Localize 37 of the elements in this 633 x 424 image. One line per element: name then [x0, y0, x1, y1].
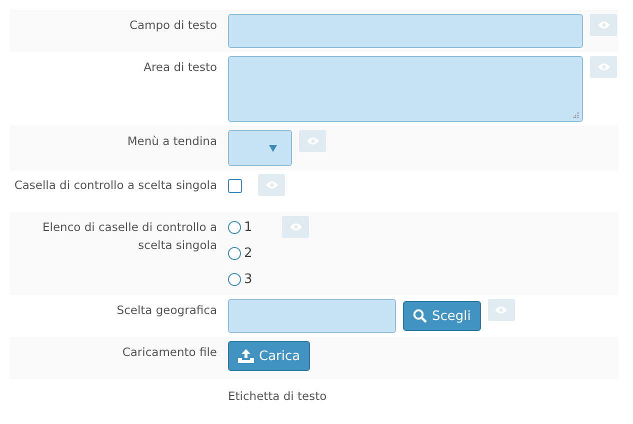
checkbox[interactable] [228, 179, 242, 193]
radio-button[interactable] [228, 247, 241, 260]
choose-button[interactable]: Scegli [403, 301, 481, 331]
radio-button[interactable] [228, 221, 241, 234]
option-label: 2 [244, 246, 252, 261]
caret-icon [269, 144, 277, 152]
field-label: Campo di testo [128, 17, 217, 34]
field-label: Caricamento file [121, 344, 217, 361]
field-label: Scelta geografica [116, 302, 217, 319]
radio-button[interactable] [228, 273, 241, 286]
resize-handle-icon[interactable] [573, 112, 579, 118]
option-label: 1 [244, 220, 252, 235]
eye-icon [598, 21, 610, 29]
visibility-toggle[interactable] [299, 130, 326, 152]
option-label: 3 [244, 272, 252, 287]
text-area[interactable] [228, 56, 583, 122]
eye-icon [290, 223, 302, 231]
text-label: Etichetta di testo [228, 388, 327, 405]
search-icon [413, 309, 427, 323]
field-label: Elenco di caselle di controllo a scelta singola [42, 219, 217, 254]
field-label: Area di testo [142, 59, 217, 76]
field-label: Casella di controllo a scelta singola [13, 177, 217, 194]
input-field[interactable] [228, 14, 583, 48]
eye-icon [495, 306, 508, 314]
eye-icon [266, 181, 278, 189]
eye-icon [598, 63, 610, 71]
visibility-toggle[interactable] [590, 56, 617, 78]
visibility-toggle[interactable] [488, 299, 515, 321]
field-label: Menù a tendina [126, 133, 217, 150]
upload-button[interactable]: Carica [228, 341, 310, 371]
visibility-toggle[interactable] [258, 174, 285, 196]
upload-icon [238, 349, 254, 363]
input-field[interactable] [228, 299, 396, 333]
visibility-toggle[interactable] [590, 14, 617, 36]
dropdown[interactable] [228, 130, 292, 166]
visibility-toggle[interactable] [282, 216, 310, 238]
eye-icon [306, 137, 318, 145]
